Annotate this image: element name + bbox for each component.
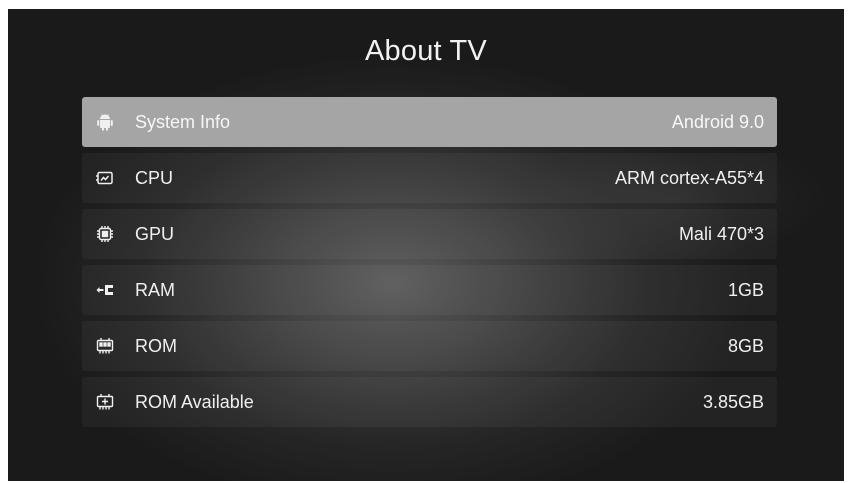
list-item-system-info[interactable]: System Info Android 9.0 (82, 97, 777, 147)
about-list: System Info Android 9.0 CPU ARM cortex-A… (82, 97, 777, 433)
page-title: About TV (365, 35, 487, 67)
list-item-value: 3.85GB (702, 391, 764, 412)
rom-available-icon (95, 392, 115, 412)
list-item-ram[interactable]: RAM 1GB (82, 265, 777, 315)
rom-icon (95, 336, 115, 356)
list-item-gpu[interactable]: GPU Mali 470*3 (82, 209, 777, 259)
list-item-label: CPU (135, 167, 174, 188)
list-item-value: 1GB (727, 279, 764, 300)
cpu-icon (95, 168, 115, 188)
list-item-label: ROM (135, 335, 177, 356)
list-item-cpu[interactable]: CPU ARM cortex-A55*4 (82, 153, 777, 203)
list-item-value: 8GB (727, 335, 764, 356)
list-item-value: Android 9.0 (671, 111, 764, 132)
list-item-label: System Info (135, 111, 231, 132)
list-item-label: RAM (135, 279, 175, 300)
gpu-chip-icon (95, 224, 115, 244)
list-item-label: GPU (135, 223, 175, 244)
tv-screen: About TV System Info Android 9.0 CPU ARM… (8, 9, 844, 481)
list-item-rom[interactable]: ROM 8GB (82, 321, 777, 371)
android-icon (95, 112, 115, 132)
ram-icon (95, 280, 115, 300)
list-item-label: ROM Available (135, 391, 254, 412)
list-item-value: ARM cortex-A55*4 (614, 167, 764, 188)
list-item-rom-available[interactable]: ROM Available 3.85GB (82, 377, 777, 427)
list-item-value: Mali 470*3 (678, 223, 764, 244)
